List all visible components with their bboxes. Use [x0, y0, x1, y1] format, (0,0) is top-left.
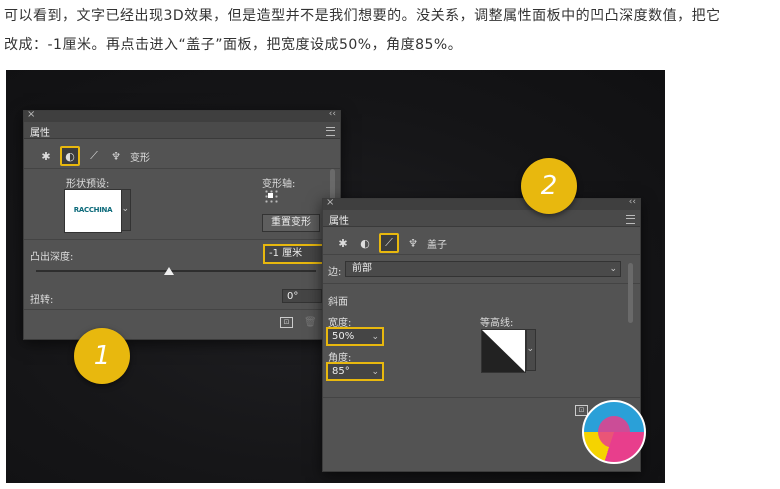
render-icon[interactable]: ⊡ [280, 317, 293, 328]
step-badge-1: 1 [74, 328, 130, 384]
extrusion-depth-field[interactable]: -1 厘米 [263, 244, 325, 264]
preset-thumb-text: RACCHINA [73, 206, 113, 214]
chevron-down-icon: ⌄ [121, 204, 129, 214]
contour-dropdown-button[interactable]: ⌄ [526, 329, 536, 371]
caption-line-2: 改成：-1厘米。再点击进入“盖子”面板，把宽度设成50%，角度85%。 [4, 37, 463, 53]
panel-menu-icon[interactable] [326, 127, 335, 136]
contour-label: 等高线: [480, 318, 514, 329]
side-select[interactable]: 前部 ⌄ [345, 261, 621, 277]
divider [24, 309, 340, 310]
reset-deform-button[interactable]: 重置变形 [262, 214, 320, 232]
depth-slider-track[interactable] [36, 270, 316, 272]
divider [323, 283, 640, 284]
watermark-logo [582, 400, 646, 464]
extrusion-depth-label: 凸出深度: [30, 252, 74, 263]
scene-light-icon[interactable]: ✱ [335, 235, 351, 251]
trash-icon[interactable]: 🗑 [304, 317, 317, 328]
chevron-down-icon: ⌄ [526, 344, 534, 354]
axis-grid-icon[interactable] [264, 189, 278, 203]
instruction-text: 可以看到，文字已经出现3D效果，但是造型并不是我们想要的。没关系，调整属性面板中… [4, 2, 774, 60]
chevron-down-icon: ⌄ [371, 367, 379, 377]
scene-light-icon[interactable]: ✱ [38, 148, 54, 164]
coordinates-icon[interactable]: ♆ [405, 235, 421, 251]
mesh-icon[interactable]: ◐ [60, 146, 80, 166]
panel-title: 属性 [30, 128, 50, 139]
contour-preview[interactable] [481, 329, 526, 373]
divider [24, 239, 340, 240]
panel-menu-icon[interactable] [626, 215, 635, 224]
contour-shape [482, 330, 525, 372]
cap-icon[interactable]: ⟋ [86, 148, 102, 164]
bevel-angle-field[interactable]: 85° ⌄ [326, 362, 384, 381]
preset-dropdown-button[interactable]: ⌄ [121, 189, 131, 231]
transform-axis-label: 变形轴: [262, 179, 296, 190]
side-label: 边: [328, 267, 342, 278]
divider [24, 168, 340, 169]
watermark-inner [598, 416, 630, 448]
panel-title: 属性 [329, 216, 349, 227]
bevel-angle-value: 85° [332, 366, 350, 377]
collapse-icon[interactable]: ‹‹ [629, 197, 636, 207]
panel-dock-bar: × ‹‹ [323, 197, 640, 210]
panel-tab-icons: ✱ ◐ ⟋ ♆ 盖子 [335, 233, 447, 253]
deform-tab-label[interactable]: 变形 [130, 149, 150, 164]
shape-preset-label: 形状预设: [66, 179, 110, 190]
shape-preset-thumbnail[interactable]: RACCHINA [64, 189, 122, 233]
cap-tab-label[interactable]: 盖子 [427, 236, 447, 251]
caption-line-1: 可以看到，文字已经出现3D效果，但是造型并不是我们想要的。没关系，调整属性面板中… [4, 8, 721, 24]
close-icon[interactable]: × [27, 109, 35, 120]
chevron-down-icon: ⌄ [371, 332, 379, 342]
bevel-width-value: 50% [332, 331, 355, 342]
properties-panel-mesh: × ‹‹ 属性 ✱ ◐ ⟋ ♆ 变形 形状预设: RACCHINA ⌄ 变形轴:… [23, 109, 341, 340]
step-badge-2: 2 [521, 158, 577, 214]
bevel-section-title: 斜面 [328, 297, 348, 308]
panel-tab-icons: ✱ ◐ ⟋ ♆ 变形 [38, 146, 150, 166]
chevron-down-icon: ⌄ [609, 264, 617, 274]
panel-dock-bar: × ‹‹ [24, 109, 340, 122]
close-icon[interactable]: × [326, 197, 334, 208]
side-select-value: 前部 [352, 263, 372, 274]
twist-field[interactable]: 0° [282, 289, 322, 303]
axis-center-dot [268, 193, 273, 198]
divider [323, 254, 640, 255]
scrollbar[interactable] [628, 263, 633, 323]
depth-slider-thumb[interactable] [164, 267, 174, 275]
coordinates-icon[interactable]: ♆ [108, 148, 124, 164]
collapse-icon[interactable]: ‹‹ [329, 109, 336, 119]
photoshop-canvas: × ‹‹ 属性 ✱ ◐ ⟋ ♆ 变形 形状预设: RACCHINA ⌄ 变形轴:… [6, 70, 665, 483]
panel-title-bar: 属性 [24, 122, 340, 139]
twist-label: 扭转: [30, 295, 54, 306]
mesh-icon[interactable]: ◐ [357, 235, 373, 251]
cap-icon[interactable]: ⟋ [379, 233, 399, 253]
bevel-width-field[interactable]: 50% ⌄ [326, 327, 384, 346]
divider [323, 397, 640, 398]
panel-title-bar: 属性 [323, 210, 640, 227]
